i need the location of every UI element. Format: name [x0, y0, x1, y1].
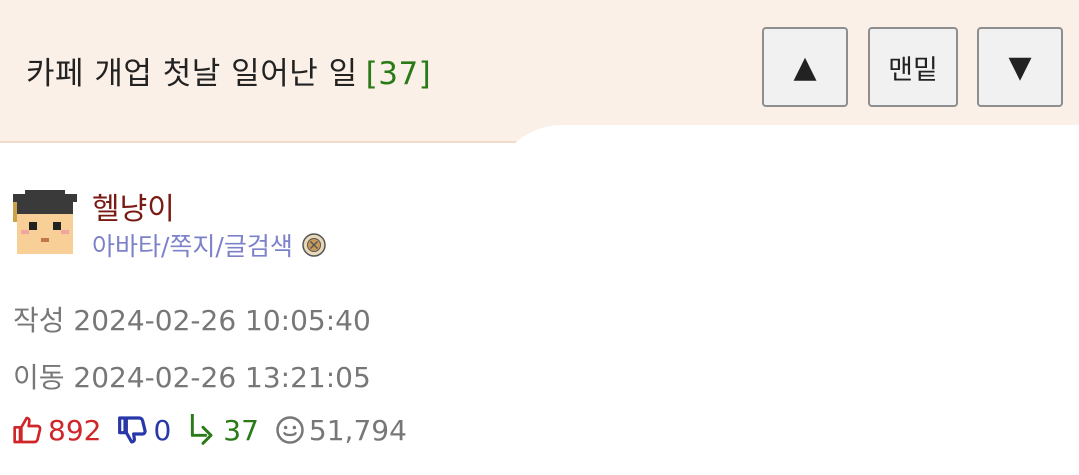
- post-stats: 892 0 37 51,794: [12, 410, 423, 450]
- post-title-text: 카페 개업 첫날 일어난 일: [26, 56, 358, 92]
- like-count: 892: [48, 413, 102, 447]
- moved-timestamp: 이동 2024-02-26 13:21:05: [13, 361, 371, 394]
- avatar[interactable]: [13, 186, 77, 254]
- scroll-up-button[interactable]: ▲: [762, 27, 848, 107]
- thumbs-up-icon: [13, 416, 42, 444]
- reply-arrow-icon: [191, 414, 213, 445]
- view-stat: 51,794: [275, 414, 407, 447]
- dislike-stat[interactable]: 0: [117, 414, 171, 447]
- thumbs-down-icon: [118, 416, 148, 444]
- author-nickname[interactable]: 헬냥이: [92, 184, 175, 228]
- comment-count[interactable]: [37]: [366, 56, 432, 92]
- dislike-count: 0: [153, 413, 172, 447]
- scroll-down-label: ▼: [1008, 49, 1032, 85]
- author-links-text[interactable]: 아바타/쪽지/글검색: [92, 227, 293, 263]
- scroll-bottom-label: 맨밑: [888, 54, 938, 86]
- post-title: 카페 개업 첫날 일어난 일 [37]: [26, 48, 431, 93]
- created-timestamp: 작성 2024-02-26 10:05:40: [13, 304, 371, 337]
- scroll-bottom-button[interactable]: 맨밑: [868, 27, 958, 107]
- badge-icon: [302, 233, 326, 257]
- redacted-area: [492, 125, 1079, 475]
- scroll-up-label: ▲: [793, 49, 817, 85]
- author-links: 아바타/쪽지/글검색: [92, 227, 327, 263]
- smiley-view-icon: [276, 416, 304, 444]
- view-count: 51,794: [308, 413, 407, 447]
- like-stat[interactable]: 892: [12, 414, 101, 447]
- post-header: 카페 개업 첫날 일어난 일 [37] ▲ 맨밑 ▼: [0, 0, 1079, 143]
- reply-stat[interactable]: 37: [187, 414, 259, 447]
- graduate-avatar-icon: [13, 190, 77, 254]
- reply-count: 37: [223, 413, 259, 447]
- scroll-down-button[interactable]: ▼: [977, 27, 1063, 107]
